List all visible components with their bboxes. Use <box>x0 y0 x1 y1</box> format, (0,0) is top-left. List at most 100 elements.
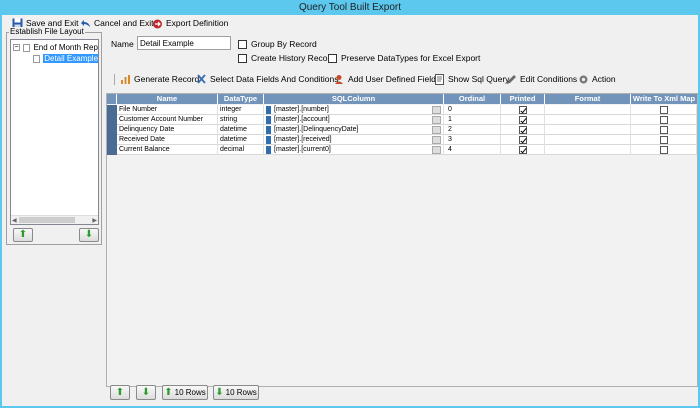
col-ordinal-header[interactable]: Ordinal <box>444 94 501 104</box>
xml-map-cell[interactable] <box>631 115 697 125</box>
xml-map-checkbox[interactable] <box>660 146 668 154</box>
action-button[interactable]: Action <box>578 71 616 87</box>
move-layout-down-button[interactable]: ⬇ <box>79 228 99 242</box>
xml-map-cell[interactable] <box>631 105 697 115</box>
sqlcolumn-picker-button[interactable] <box>432 146 441 154</box>
name-cell[interactable]: Customer Account Number <box>117 115 218 125</box>
xml-map-cell[interactable] <box>631 135 697 145</box>
edit-conditions-button[interactable]: Edit Conditions <box>506 71 577 87</box>
col-xml-header[interactable]: Write To Xml Map <box>631 94 697 104</box>
row-edit-icon[interactable] <box>107 105 117 115</box>
sqlcolumn-cell[interactable]: [master].[number] <box>264 105 444 115</box>
sqlcolumn-cell[interactable]: [master].[account] <box>264 115 444 125</box>
printed-checkbox[interactable] <box>519 116 527 124</box>
sqlcolumn-cell[interactable]: [master].[received] <box>264 135 444 145</box>
move-row-down-button[interactable]: ⬇ <box>136 385 156 400</box>
printed-checkbox[interactable] <box>519 126 527 134</box>
name-cell[interactable]: File Number <box>117 105 218 115</box>
table-row[interactable]: Received Date datetime [master].[received]… <box>107 135 697 145</box>
col-sqlcolumn-header[interactable]: SQLColumn <box>264 94 444 104</box>
printed-cell[interactable] <box>501 145 545 155</box>
table-row[interactable]: Customer Account Number string [master].[a… <box>107 115 697 125</box>
format-cell[interactable] <box>545 145 631 155</box>
datatype-cell[interactable]: datetime <box>218 135 264 145</box>
create-history-record-checkbox[interactable]: Create History Record <box>238 53 335 63</box>
export-definition-button[interactable]: Export Definition <box>152 15 228 31</box>
tree-collapse-icon[interactable]: − <box>13 44 20 52</box>
col-format-header[interactable]: Format <box>545 94 631 104</box>
create-history-record-box[interactable] <box>238 53 247 63</box>
col-name-header[interactable]: Name <box>117 94 218 104</box>
datatype-cell[interactable]: decimal <box>218 145 264 155</box>
datatype-cell[interactable]: string <box>218 115 264 125</box>
tree-child-node[interactable]: Detail Example <box>33 54 98 64</box>
move-down-10-rows-button[interactable]: ⬇ 10 Rows <box>213 385 259 400</box>
printed-checkbox[interactable] <box>519 136 527 144</box>
xml-map-cell[interactable] <box>631 125 697 135</box>
xml-map-checkbox[interactable] <box>660 116 668 124</box>
xml-map-checkbox[interactable] <box>660 106 668 114</box>
sqlcolumn-picker-button[interactable] <box>432 106 441 114</box>
group-by-record-checkbox[interactable]: Group By Record <box>238 39 317 49</box>
select-fields-button[interactable]: Select Data Fields And Conditions <box>196 71 339 87</box>
preserve-datatypes-box[interactable] <box>328 53 337 63</box>
row-edit-icon[interactable] <box>107 135 117 145</box>
datatype-cell[interactable]: datetime <box>218 125 264 135</box>
printed-cell[interactable] <box>501 105 545 115</box>
table-row[interactable]: Delinquency Date datetime [master].[Delinq… <box>107 125 697 135</box>
group-by-record-box[interactable] <box>238 39 247 49</box>
fields-grid[interactable]: Name DataType SQLColumn Ordinal Printed … <box>106 93 698 387</box>
xml-map-cell[interactable] <box>631 145 697 155</box>
ordinal-cell[interactable]: 3 <box>444 135 501 145</box>
app-window: Query Tool Built Export Save and Exit Ca… <box>0 0 700 408</box>
format-cell[interactable] <box>545 105 631 115</box>
add-udf-button[interactable]: Add User Defined Field <box>334 71 436 87</box>
row-edit-icon[interactable] <box>107 115 117 125</box>
preserve-datatypes-checkbox[interactable]: Preserve DataTypes for Excel Export <box>328 53 480 63</box>
name-cell[interactable]: Delinquency Date <box>117 125 218 135</box>
grid-header-corner <box>107 94 117 104</box>
ordinal-cell[interactable]: 2 <box>444 125 501 135</box>
printed-cell[interactable] <box>501 135 545 145</box>
datatype-cell[interactable]: integer <box>218 105 264 115</box>
scroll-thumb[interactable] <box>19 217 75 223</box>
show-sql-button[interactable]: Show Sql Query <box>434 71 509 87</box>
table-row[interactable]: Current Balance decimal [master].[current0… <box>107 145 697 155</box>
ordinal-cell[interactable]: 0 <box>444 105 501 115</box>
move-row-up-button[interactable]: ⬆ <box>110 385 130 400</box>
format-cell[interactable] <box>545 135 631 145</box>
cancel-exit-button[interactable]: Cancel and Exit <box>80 15 154 31</box>
xml-map-checkbox[interactable] <box>660 126 668 134</box>
scroll-right-icon[interactable]: ▶ <box>92 217 97 224</box>
file-layout-tree[interactable]: − End of Month Repor Detail Example ◀ ▶ <box>10 39 99 225</box>
sqlcolumn-picker-button[interactable] <box>432 116 441 124</box>
printed-checkbox[interactable] <box>519 106 527 114</box>
printed-cell[interactable] <box>501 125 545 135</box>
move-layout-up-button[interactable]: ⬆ <box>13 228 33 242</box>
table-row[interactable]: File Number integer [master].[number] 0 <box>107 105 697 115</box>
xml-map-checkbox[interactable] <box>660 136 668 144</box>
row-edit-icon[interactable] <box>107 145 117 155</box>
generate-record-button[interactable]: Generate Record <box>114 71 199 87</box>
printed-checkbox[interactable] <box>519 146 527 154</box>
sqlcolumn-cell[interactable]: [master].[current0] <box>264 145 444 155</box>
format-cell[interactable] <box>545 125 631 135</box>
move-up-10-rows-button[interactable]: ⬆ 10 Rows <box>162 385 208 400</box>
sqlcolumn-picker-button[interactable] <box>432 126 441 134</box>
ordinal-cell[interactable]: 1 <box>444 115 501 125</box>
scroll-left-icon[interactable]: ◀ <box>12 217 17 224</box>
ordinal-cell[interactable]: 4 <box>444 145 501 155</box>
col-printed-header[interactable]: Printed <box>501 94 545 104</box>
sqlcolumn-cell[interactable]: [master].[DelinquencyDate] <box>264 125 444 135</box>
name-cell[interactable]: Current Balance <box>117 145 218 155</box>
select-fields-icon <box>196 73 207 85</box>
row-edit-icon[interactable] <box>107 125 117 135</box>
tree-root-node[interactable]: − End of Month Repor <box>13 43 98 53</box>
format-cell[interactable] <box>545 115 631 125</box>
name-cell[interactable]: Received Date <box>117 135 218 145</box>
printed-cell[interactable] <box>501 115 545 125</box>
name-input[interactable] <box>137 36 231 50</box>
sqlcolumn-picker-button[interactable] <box>432 136 441 144</box>
col-datatype-header[interactable]: DataType <box>218 94 264 104</box>
tree-horizontal-scrollbar[interactable]: ◀ ▶ <box>11 215 98 224</box>
